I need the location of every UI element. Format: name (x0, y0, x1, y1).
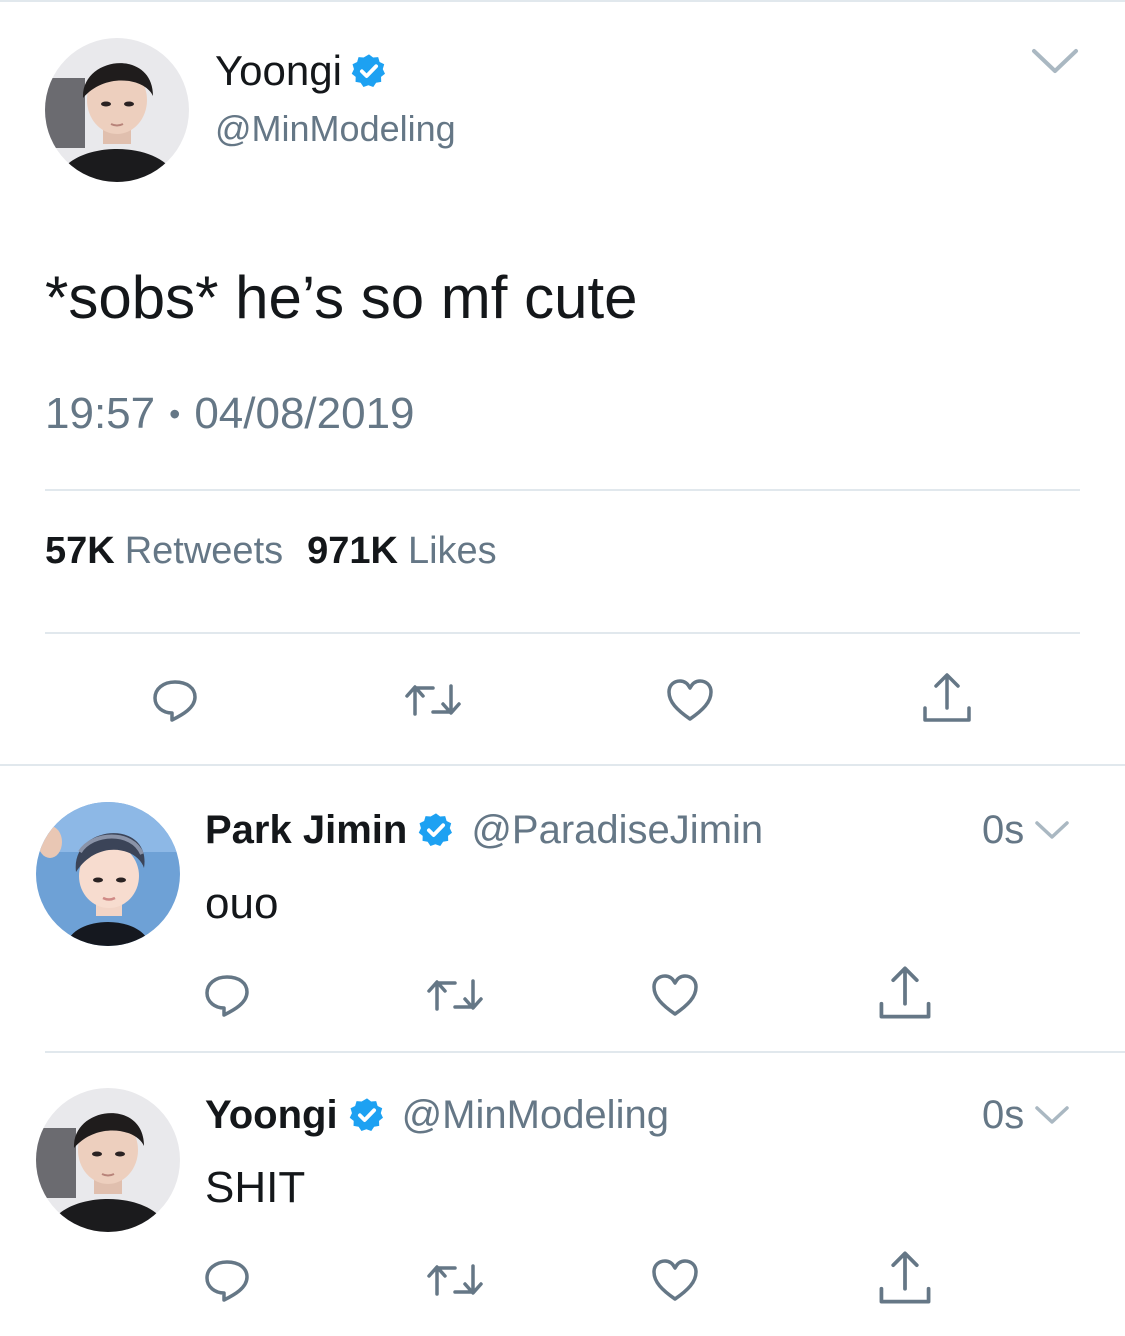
tweet-time: 19:57 (45, 389, 156, 438)
share-button[interactable] (875, 963, 935, 1023)
chevron-down-icon[interactable] (1034, 818, 1070, 842)
reply-icon (205, 1260, 249, 1302)
like-button[interactable] (645, 965, 705, 1025)
reply-button[interactable] (197, 1250, 257, 1310)
share-button[interactable] (917, 668, 977, 728)
retweet-label[interactable]: Retweets (125, 527, 283, 575)
reply-header: Yoongi @MinModeling (205, 1090, 669, 1140)
reply-icon (153, 680, 197, 722)
reply-icon (205, 975, 249, 1017)
avatar-image (36, 1088, 180, 1232)
avatar-image (36, 802, 180, 946)
reply-avatar[interactable] (36, 802, 180, 946)
verified-badge-icon (349, 1098, 383, 1131)
like-icon (652, 1259, 698, 1301)
divider (45, 632, 1080, 634)
chevron-down-icon[interactable] (1034, 1103, 1070, 1127)
share-button[interactable] (875, 1248, 935, 1308)
tweet-text: *sobs* he’s so mf cute (45, 264, 638, 331)
divider (0, 764, 1125, 766)
tweet-options-button[interactable] (1030, 45, 1080, 77)
verified-badge-icon (419, 813, 453, 846)
retweet-button[interactable] (403, 670, 463, 730)
retweet-icon (427, 1264, 483, 1296)
share-icon (879, 966, 931, 1019)
reply-author-handle[interactable]: @ParadiseJimin (471, 805, 763, 855)
verified-badge-icon (351, 54, 385, 87)
like-icon (652, 974, 698, 1016)
author-name[interactable]: Yoongi (215, 45, 342, 97)
reply-text: ouo (205, 879, 279, 928)
tweet-timestamp: 19:57 • 04/08/2019 (45, 388, 415, 440)
tweet-stats: 57K Retweets 971K Likes (45, 527, 511, 575)
reply-time-row[interactable]: 0s (982, 1090, 1070, 1140)
retweet-icon (427, 979, 483, 1011)
divider (45, 489, 1080, 491)
share-icon (879, 1251, 931, 1304)
author-name-row[interactable]: Yoongi (215, 45, 388, 97)
like-button[interactable] (645, 1250, 705, 1310)
like-count[interactable]: 971K (307, 527, 398, 575)
divider (45, 1051, 1125, 1053)
like-label[interactable]: Likes (408, 527, 497, 575)
top-divider (0, 0, 1125, 2)
author-handle[interactable]: @MinModeling (215, 107, 456, 151)
reply-avatar[interactable] (36, 1088, 180, 1232)
reply-button[interactable] (197, 965, 257, 1025)
timestamp-separator: • (169, 396, 181, 432)
reply-author-name[interactable]: Park Jimin (205, 805, 407, 855)
retweet-button[interactable] (425, 965, 485, 1025)
like-button[interactable] (660, 670, 720, 730)
avatar-image (45, 38, 189, 182)
like-icon (667, 679, 713, 721)
reply-author-name[interactable]: Yoongi (205, 1090, 338, 1140)
reply-time: 0s (982, 1093, 1025, 1137)
share-icon (923, 673, 971, 722)
retweet-icon (405, 684, 461, 716)
tweet-date: 04/08/2019 (194, 389, 415, 438)
reply-text: SHIT (205, 1163, 306, 1212)
avatar[interactable] (45, 38, 189, 182)
reply-author-handle[interactable]: @MinModeling (402, 1090, 669, 1140)
reply-header: Park Jimin @ParadiseJimin (205, 805, 763, 855)
reply-time-row[interactable]: 0s (982, 805, 1070, 855)
retweet-button[interactable] (425, 1250, 485, 1310)
chevron-down-icon (1032, 49, 1078, 73)
retweet-count[interactable]: 57K (45, 527, 115, 575)
reply-time: 0s (982, 808, 1025, 852)
reply-button[interactable] (145, 670, 205, 730)
